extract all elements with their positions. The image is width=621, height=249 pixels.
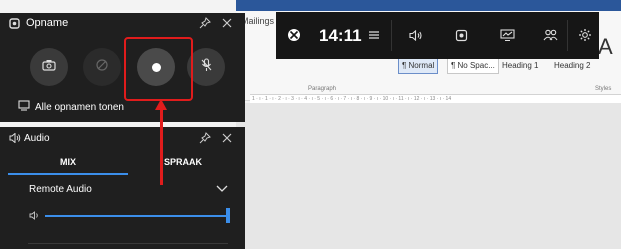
record-last-icon bbox=[95, 58, 109, 77]
word-big-letter: A bbox=[598, 34, 613, 59]
annotation-arrow bbox=[160, 109, 163, 185]
game-bar-separator bbox=[391, 20, 392, 51]
social-widget-icon[interactable] bbox=[541, 25, 559, 45]
capture-panel-header: Opname bbox=[0, 13, 245, 35]
performance-widget-icon[interactable] bbox=[498, 25, 516, 45]
active-tab-indicator bbox=[8, 173, 128, 175]
word-group-styles: Styles bbox=[595, 86, 612, 92]
microphone-muted-icon bbox=[200, 57, 213, 77]
game-bar-clock: 14:11 bbox=[319, 26, 362, 45]
pin-icon[interactable] bbox=[199, 132, 211, 147]
show-all-captures-link[interactable]: Alle opnamen tonen bbox=[18, 100, 124, 114]
close-icon[interactable] bbox=[221, 17, 233, 32]
word-style-heading-2[interactable]: Heading 2 bbox=[550, 58, 594, 74]
chevron-down-icon[interactable] bbox=[216, 185, 228, 196]
gallery-icon bbox=[18, 100, 30, 114]
tab-spraak[interactable]: SPRAAK bbox=[128, 150, 238, 174]
capture-panel-title: Opname bbox=[26, 17, 69, 29]
gear-icon[interactable] bbox=[576, 25, 594, 45]
speaker-icon bbox=[9, 132, 21, 146]
word-style-no-spacing[interactable]: ¶ No Spac... bbox=[447, 58, 499, 74]
word-document-area bbox=[236, 103, 621, 249]
close-icon[interactable] bbox=[221, 132, 233, 147]
word-ruler-ticks: 1 · ı · 1 · ı · 2 · ı · 3 · ı · 4 · ı · … bbox=[252, 96, 452, 102]
volume-slider-thumb[interactable] bbox=[226, 208, 230, 223]
audio-widget-icon[interactable] bbox=[407, 25, 425, 45]
volume-slider-track[interactable] bbox=[45, 215, 228, 217]
audio-tabs: MIX SPRAAK bbox=[0, 150, 245, 174]
record-last-button[interactable] bbox=[83, 48, 121, 86]
game-bar: 14:11 bbox=[276, 12, 599, 59]
audio-panel-header: Audio bbox=[0, 127, 245, 149]
word-style-heading-1[interactable]: Heading 1 bbox=[498, 58, 542, 74]
word-group-paragraph: Paragraph bbox=[308, 86, 337, 92]
word-tab-mailings[interactable]: Mailings bbox=[241, 16, 274, 26]
camera-icon bbox=[42, 58, 56, 76]
xbox-icon[interactable] bbox=[286, 25, 302, 45]
word-title-bar bbox=[236, 0, 621, 11]
audio-panel: Audio MIX SPRAAK Remote Audio bbox=[0, 127, 245, 249]
audio-panel-title: Audio bbox=[24, 133, 50, 144]
word-style-normal[interactable]: ¶ Normal bbox=[398, 58, 439, 74]
capture-panel: Opname Alle opnamen tonen bbox=[0, 13, 245, 122]
capture-widget-icon[interactable] bbox=[452, 25, 470, 45]
audio-device-name: Remote Audio bbox=[29, 184, 92, 195]
menu-icon[interactable] bbox=[366, 25, 382, 45]
screenshot-button[interactable] bbox=[30, 48, 68, 86]
show-all-captures-label: Alle opnamen tonen bbox=[35, 101, 124, 113]
pin-icon[interactable] bbox=[199, 17, 211, 32]
audio-divider bbox=[28, 243, 228, 244]
game-bar-separator bbox=[567, 20, 568, 51]
tab-mix[interactable]: MIX bbox=[8, 150, 128, 174]
record-highlight-box bbox=[124, 37, 193, 101]
capture-widget-icon bbox=[9, 18, 20, 32]
volume-icon[interactable] bbox=[29, 211, 40, 223]
